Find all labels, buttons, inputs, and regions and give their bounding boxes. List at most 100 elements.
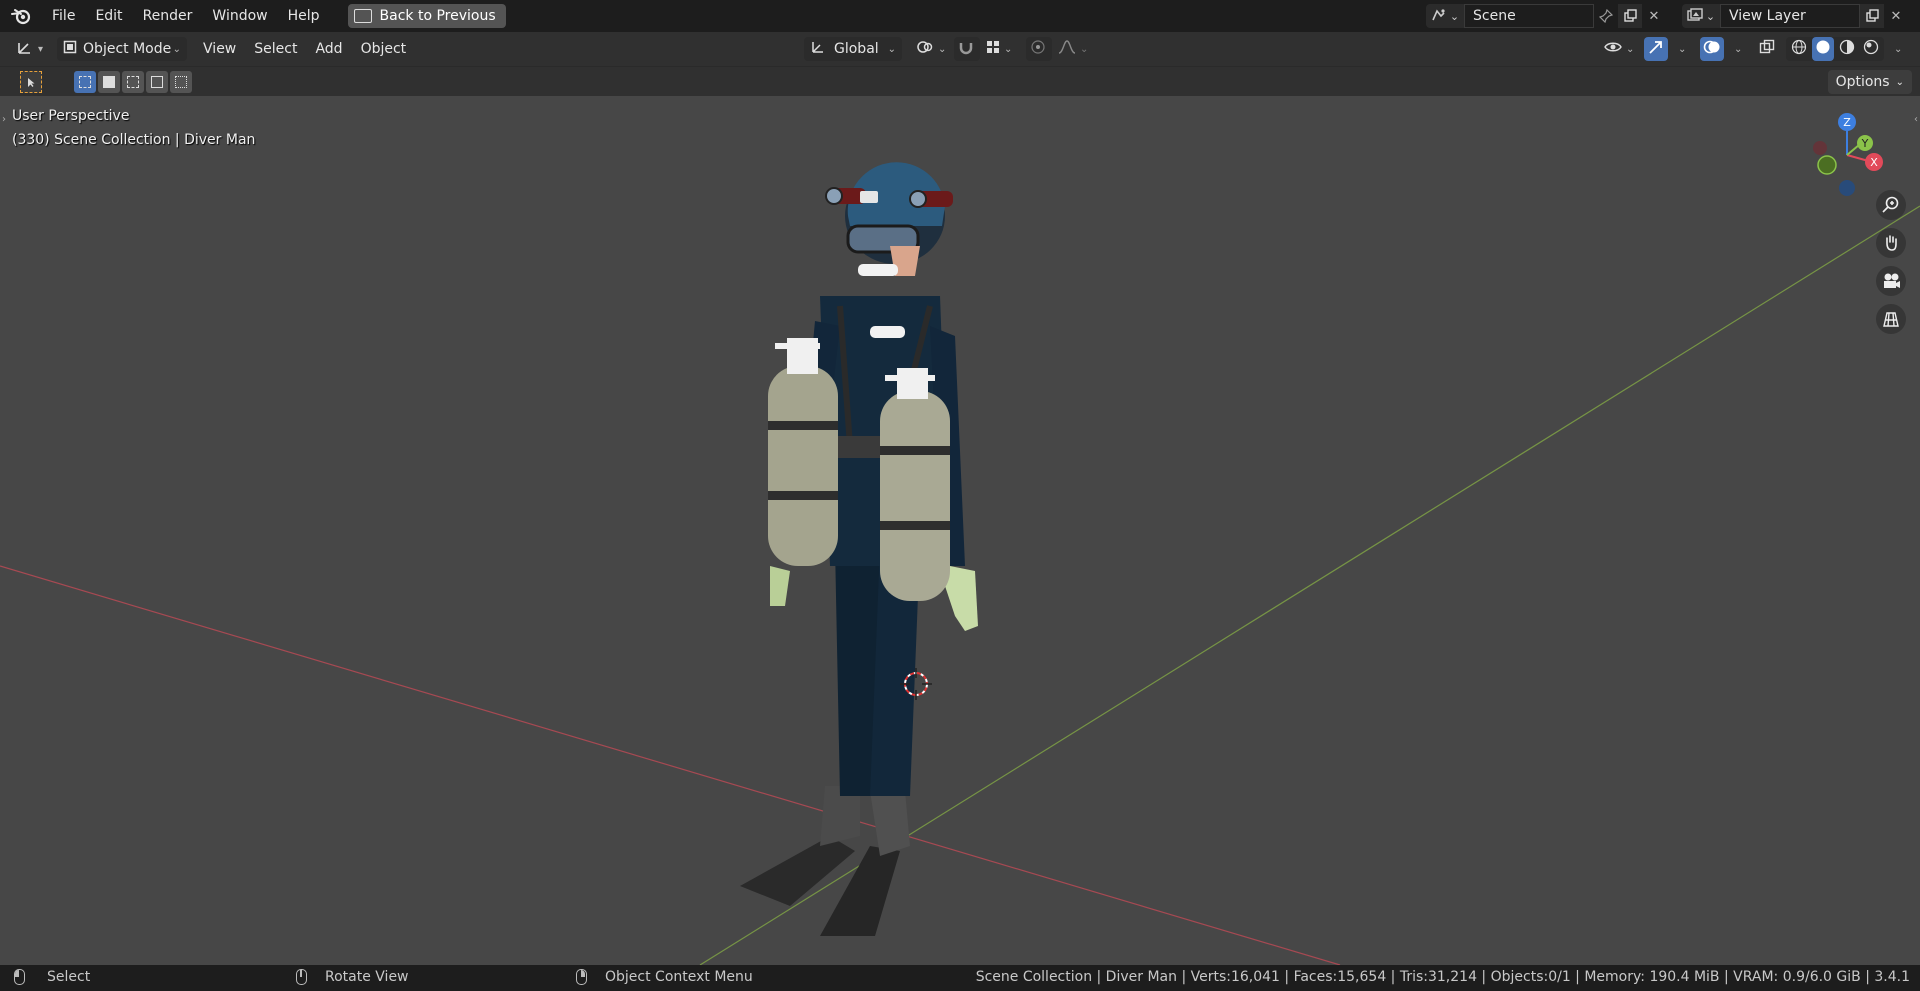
- visibility-button[interactable]: ⌄: [1598, 37, 1640, 61]
- right-click-label: Object Context Menu: [605, 969, 753, 985]
- options-dropdown[interactable]: Options ⌄: [1827, 70, 1912, 94]
- scene-statistics: Scene Collection | Diver Man | Verts:16,…: [975, 969, 1910, 985]
- editor-type-button[interactable]: ▾: [10, 37, 49, 61]
- select-box-tool-icon[interactable]: [20, 70, 42, 93]
- orientation-icon: [810, 39, 826, 59]
- xray-toggle[interactable]: [1756, 37, 1778, 61]
- proportional-editing-icon: [1030, 39, 1046, 59]
- camera-view-icon[interactable]: [1876, 266, 1906, 296]
- menu-render[interactable]: Render: [133, 4, 203, 28]
- view-name-label: User Perspective: [12, 108, 130, 124]
- top-menubar: File Edit Render Window Help Back to Pre…: [0, 0, 1920, 32]
- overlays-options-button[interactable]: ⌄: [1726, 37, 1746, 61]
- transform-orientation-selector[interactable]: Global ⌄: [804, 37, 902, 61]
- wireframe-shading-button[interactable]: [1788, 37, 1810, 61]
- view-layer-browse-button[interactable]: ⌄: [1682, 4, 1720, 28]
- intersect-selection-icon[interactable]: [170, 70, 192, 93]
- mode-selector[interactable]: Object Mode ⌄: [57, 37, 188, 61]
- back-screen-icon: [353, 9, 372, 23]
- chevron-down-icon: ⌄: [1626, 43, 1635, 55]
- chevron-down-icon: ⌄: [172, 43, 182, 55]
- sidebar-expand-arrow-icon[interactable]: ‹: [1914, 114, 1918, 125]
- chevron-down-icon: ⌄: [1678, 43, 1687, 55]
- new-scene-button[interactable]: [1618, 4, 1642, 28]
- chevron-down-icon: ⌄: [1004, 43, 1013, 55]
- gizmo-toggle[interactable]: [1644, 37, 1668, 61]
- snap-grid-icon: [986, 40, 1000, 58]
- proportional-editing-toggle[interactable]: [1026, 37, 1052, 61]
- view-layer-name-field[interactable]: View Layer: [1720, 4, 1860, 28]
- scene-browse-button[interactable]: ⌄: [1426, 4, 1464, 28]
- status-right-click-hint: Object Context Menu: [576, 969, 753, 985]
- orthographic-grid-icon[interactable]: [1876, 304, 1906, 334]
- material-preview-button[interactable]: [1836, 37, 1858, 61]
- diver-man-model[interactable]: [720, 146, 1020, 965]
- menu-view[interactable]: View: [197, 37, 242, 61]
- menu-object[interactable]: Object: [355, 37, 413, 61]
- shading-options-button[interactable]: ⌄: [1886, 37, 1906, 61]
- menu-add[interactable]: Add: [309, 37, 348, 61]
- back-to-previous-button[interactable]: Back to Previous: [347, 4, 506, 28]
- y-axis-letter: Y: [1861, 137, 1869, 150]
- mouse-right-icon: [576, 969, 587, 985]
- chevron-down-icon: ⌄: [1734, 43, 1743, 55]
- chevron-down-icon: ⌄: [1705, 9, 1716, 23]
- subtract-selection-icon[interactable]: [122, 70, 144, 93]
- chevron-down-icon: ⌄: [1895, 76, 1904, 88]
- close-icon[interactable]: ✕: [1884, 4, 1908, 28]
- new-view-layer-button[interactable]: [1860, 4, 1884, 28]
- close-icon[interactable]: ✕: [1642, 4, 1666, 28]
- menu-window[interactable]: Window: [202, 4, 277, 28]
- eye-icon: [1604, 40, 1622, 58]
- tool-settings-bar: Options ⌄: [0, 66, 1920, 96]
- scene-name-field[interactable]: Scene: [1464, 4, 1594, 28]
- collection-info-label: (330) Scene Collection | Diver Man: [12, 132, 256, 148]
- blender-logo-icon[interactable]: [10, 5, 32, 27]
- status-left-click-hint: Select: [14, 969, 90, 985]
- extend-selection-icon[interactable]: [98, 70, 120, 93]
- menu-edit[interactable]: Edit: [85, 4, 132, 28]
- overlays-toggle[interactable]: [1700, 37, 1724, 61]
- falloff-button[interactable]: ⌄: [1054, 37, 1092, 61]
- gizmo-options-button[interactable]: ⌄: [1670, 37, 1690, 61]
- scene-icon: [1431, 8, 1447, 25]
- orientation-label: Global: [834, 41, 879, 57]
- snap-toggle[interactable]: [954, 37, 980, 61]
- pin-icon[interactable]: [1594, 4, 1618, 28]
- set-new-selection-icon[interactable]: [74, 70, 96, 93]
- viewport-header: ▾ Object Mode ⌄ View Select Add Object G…: [0, 32, 1920, 66]
- middle-click-label: Rotate View: [325, 969, 409, 985]
- menu-select[interactable]: Select: [248, 37, 303, 61]
- falloff-curve-icon: [1058, 39, 1076, 59]
- back-to-previous-label: Back to Previous: [379, 8, 496, 24]
- magnet-icon: [958, 39, 974, 59]
- chevron-down-icon: ▾: [38, 43, 44, 55]
- 3d-cursor-icon: [900, 668, 932, 700]
- zoom-icon[interactable]: [1876, 190, 1906, 220]
- overlays-icon: [1703, 39, 1721, 59]
- menu-file[interactable]: File: [42, 4, 85, 28]
- 3d-viewport[interactable]: › ‹ User Perspective (330) Scene Collect…: [0, 96, 1920, 965]
- xray-icon: [1759, 39, 1775, 59]
- mouse-middle-icon: [296, 969, 307, 985]
- solid-sphere-icon: [1815, 39, 1831, 59]
- toolbar-expand-arrow-icon[interactable]: ›: [2, 114, 6, 125]
- invert-selection-icon[interactable]: [146, 70, 168, 93]
- x-axis-letter: X: [1870, 156, 1878, 169]
- pivot-point-button[interactable]: ⌄: [910, 37, 952, 61]
- snap-target-button[interactable]: ⌄: [982, 37, 1016, 61]
- pivot-icon: [916, 39, 934, 59]
- chevron-down-icon: ⌄: [887, 43, 896, 55]
- neg-y-axis-ball: [1817, 155, 1837, 175]
- neg-z-axis-ball: [1839, 180, 1855, 196]
- rendered-shading-button[interactable]: [1860, 37, 1882, 61]
- view-layer-icon: [1687, 7, 1703, 25]
- menu-help[interactable]: Help: [278, 4, 330, 28]
- mouse-left-icon: [14, 969, 25, 985]
- solid-shading-button[interactable]: [1812, 37, 1834, 61]
- status-middle-click-hint: Rotate View: [296, 969, 409, 985]
- chevron-down-icon: ⌄: [1449, 9, 1460, 23]
- scene-selector: ⌄ Scene ✕ ⌄ View Layer ✕: [1426, 4, 1908, 28]
- pan-hand-icon[interactable]: [1876, 228, 1906, 258]
- x-axis-line: [0, 565, 1341, 965]
